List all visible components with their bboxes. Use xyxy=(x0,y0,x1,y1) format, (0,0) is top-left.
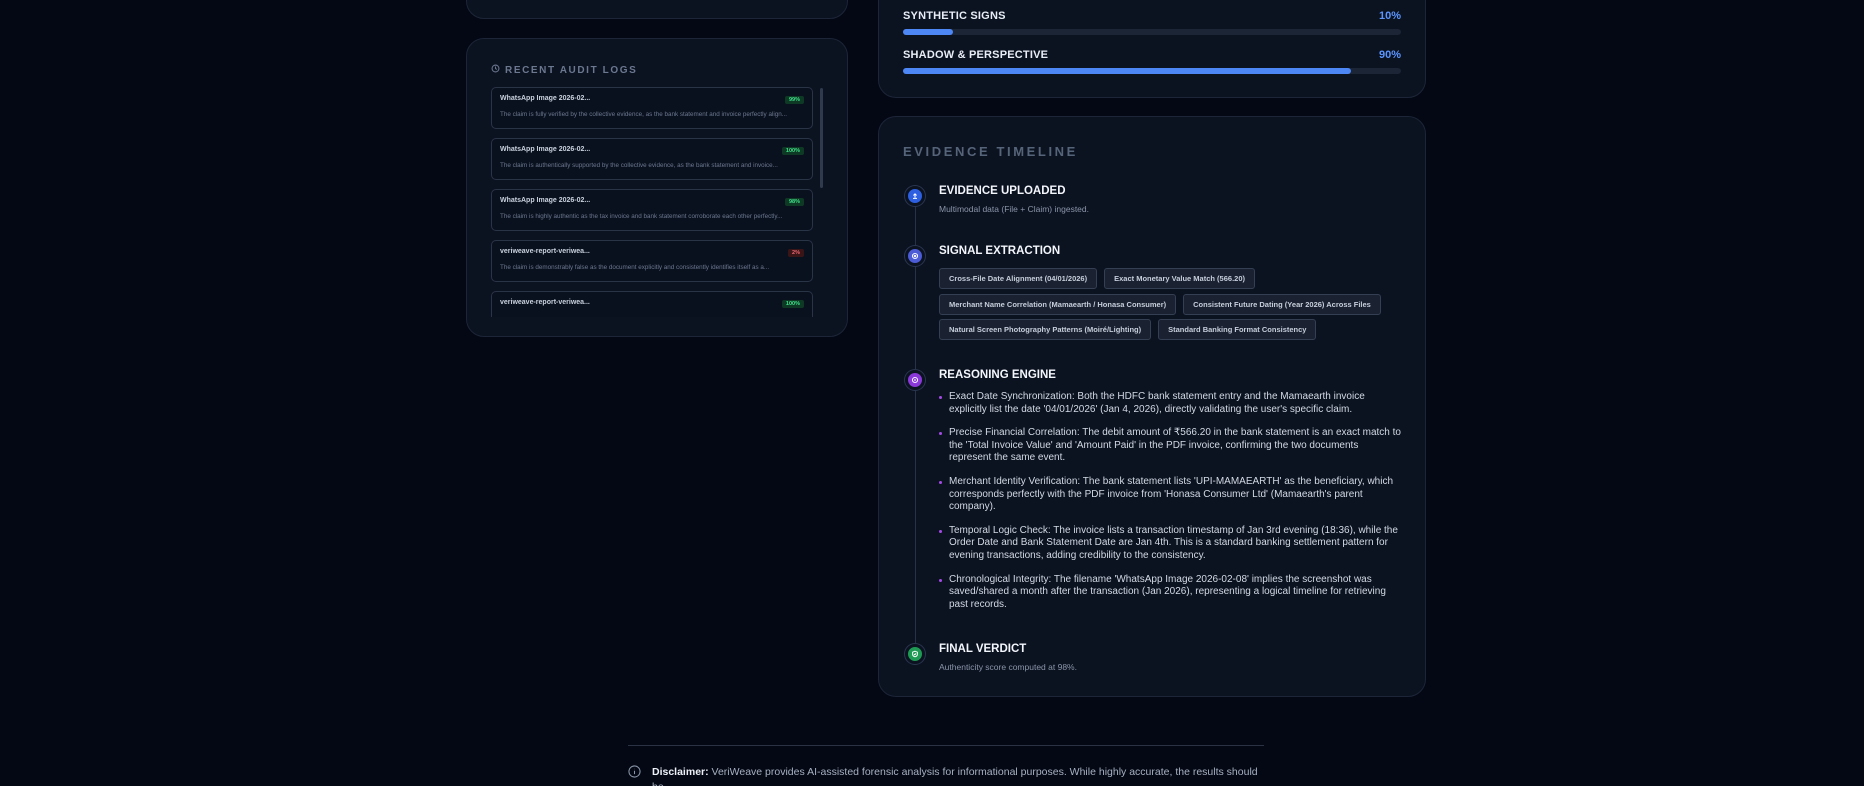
audit-logs-title-text: RECENT AUDIT LOGS xyxy=(505,64,638,76)
audit-log-filename: WhatsApp Image 2026-02... xyxy=(500,95,591,102)
signal-chip-row: Merchant Name Correlation (Mamaearth / H… xyxy=(939,294,1381,315)
panel-card-top xyxy=(466,0,848,19)
metric-value: 90% xyxy=(1378,49,1401,61)
disclaimer-label: Disclaimer: xyxy=(652,766,709,778)
verdict-step-icon xyxy=(905,644,925,664)
step-sub-upload: Multimodal data (File + Claim) ingested. xyxy=(939,204,1089,214)
metric-bar-fill xyxy=(903,68,1352,74)
metric-label: SYNTHETIC SIGNS xyxy=(903,10,1006,22)
reasoning-item: Exact Date Synchronization: Both the HDF… xyxy=(939,391,1401,416)
reasoning-item: Merchant Identity Verification: The bank… xyxy=(939,476,1401,514)
step-sub-verdict: Authenticity score computed at 98%. xyxy=(939,662,1077,672)
disclaimer-text: Disclaimer: VeriWeave provides AI-assist… xyxy=(652,765,1264,786)
audit-log-filename: veriweave-report-veriwea... xyxy=(500,299,590,306)
signal-chip: Exact Monetary Value Match (566.20) xyxy=(1104,268,1255,289)
reasoning-list: Exact Date Synchronization: Both the HDF… xyxy=(939,391,1401,622)
audit-logs-title: RECENT AUDIT LOGS xyxy=(491,64,637,76)
reasoning-item: Temporal Logic Check: The invoice lists … xyxy=(939,525,1401,563)
audit-score-badge: 100% xyxy=(781,300,804,308)
signal-chip: Cross-File Date Alignment (04/01/2026) xyxy=(939,268,1098,289)
signal-chip-row: Natural Screen Photography Patterns (Moi… xyxy=(939,319,1317,340)
upload-step-icon xyxy=(905,186,925,206)
audit-log-filename: veriweave-report-veriwea... xyxy=(500,248,590,255)
audit-score-badge: 100% xyxy=(781,147,804,155)
audit-list-scrollbar[interactable] xyxy=(820,88,823,188)
timeline-connector xyxy=(915,199,916,659)
step-title-upload: EVIDENCE UPLOADED xyxy=(939,185,1066,197)
disclaimer-body: VeriWeave provides AI-assisted forensic … xyxy=(652,766,1258,786)
footer-divider xyxy=(628,745,1264,746)
audit-log-list: WhatsApp Image 2026-02... 99% The claim … xyxy=(491,87,813,317)
step-title-verdict: FINAL VERDICT xyxy=(939,643,1027,655)
audit-log-item[interactable]: WhatsApp Image 2026-02... 99% The claim … xyxy=(491,87,813,129)
metric-bar-track xyxy=(903,29,1401,35)
timeline-heading: EVIDENCE TIMELINE xyxy=(903,144,1078,159)
metric-shadow-perspective: SHADOW & PERSPECTIVE 90% xyxy=(903,49,1401,74)
recent-audit-logs-panel: RECENT AUDIT LOGS WhatsApp Image 2026-02… xyxy=(466,38,848,337)
signal-step-icon xyxy=(905,246,925,266)
history-icon xyxy=(491,64,500,76)
evidence-timeline-panel: EVIDENCE TIMELINE EVIDENCE UPLOADED Mult… xyxy=(878,116,1426,697)
metric-bar-track xyxy=(903,68,1401,74)
info-icon xyxy=(628,765,641,778)
audit-score-badge: 99% xyxy=(784,96,804,104)
audit-score-badge: 2% xyxy=(788,249,804,257)
audit-log-summary: The claim is fully verified by the colle… xyxy=(500,111,788,118)
metric-label: SHADOW & PERSPECTIVE xyxy=(903,49,1049,61)
audit-log-item[interactable]: WhatsApp Image 2026-02... 100% The claim… xyxy=(491,138,813,180)
signal-chip: Merchant Name Correlation (Mamaearth / H… xyxy=(939,294,1177,315)
signal-chip-row: Cross-File Date Alignment (04/01/2026) E… xyxy=(939,268,1255,289)
signal-chip: Natural Screen Photography Patterns (Moi… xyxy=(939,319,1152,340)
reasoning-item: Chronological Integrity: The filename 'W… xyxy=(939,574,1401,612)
step-title-reasoning: REASONING ENGINE xyxy=(939,369,1056,381)
audit-score-badge: 98% xyxy=(784,198,804,206)
metric-bar-fill xyxy=(903,29,953,35)
reasoning-step-icon xyxy=(905,370,925,390)
audit-log-filename: WhatsApp Image 2026-02... xyxy=(500,146,591,153)
signal-chip: Standard Banking Format Consistency xyxy=(1158,319,1317,340)
audit-log-summary: The claim is highly authentic as the tax… xyxy=(500,213,783,220)
audit-log-summary: The claim is demonstrably false as the d… xyxy=(500,264,770,271)
step-title-signal: SIGNAL EXTRACTION xyxy=(939,245,1061,257)
audit-log-summary: The claim is authentically supported by … xyxy=(500,162,778,169)
metric-value: 10% xyxy=(1378,10,1401,22)
audit-log-item[interactable]: veriweave-report-veriwea... 100% xyxy=(491,291,813,317)
signal-chip: Consistent Future Dating (Year 2026) Acr… xyxy=(1183,294,1381,315)
audit-log-filename: WhatsApp Image 2026-02... xyxy=(500,197,591,204)
metric-synthetic-signs: SYNTHETIC SIGNS 10% xyxy=(903,10,1401,35)
audit-log-item[interactable]: veriweave-report-veriwea... 2% The claim… xyxy=(491,240,813,282)
audit-log-item[interactable]: WhatsApp Image 2026-02... 98% The claim … xyxy=(491,189,813,231)
forensic-metrics-panel: SYNTHETIC SIGNS 10% SHADOW & PERSPECTIVE… xyxy=(878,0,1426,98)
reasoning-item: Precise Financial Correlation: The debit… xyxy=(939,427,1401,465)
